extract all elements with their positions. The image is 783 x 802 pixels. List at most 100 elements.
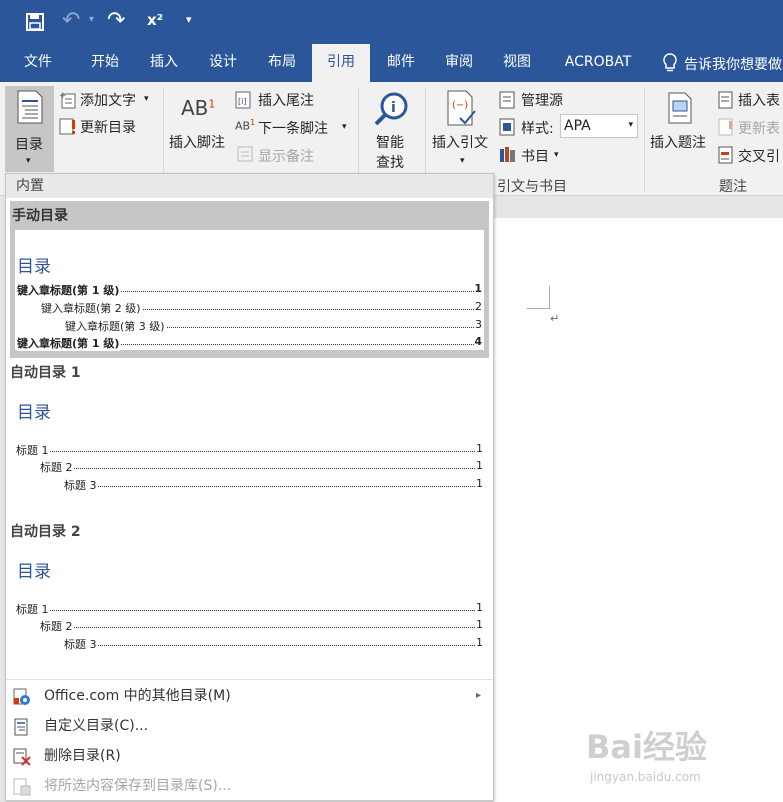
toc-gallery-manual[interactable]: 手动目录 目录 键入章标题(第 1 级) 1 键入章标题(第 2 级) 2 键入章标… <box>10 201 489 358</box>
update-table-icon <box>718 118 734 140</box>
smart-lookup-label-2: 查找 <box>376 155 404 171</box>
tab-home[interactable]: 开始 <box>78 44 132 82</box>
bibliography-icon <box>499 146 517 168</box>
toc-gallery-title: 自动目录 2 <box>10 524 81 540</box>
add-text-button[interactable]: 添加文字 <box>80 90 136 110</box>
manage-sources-button[interactable]: 管理源 <box>521 90 563 110</box>
menu-divider <box>6 679 493 680</box>
toc-gallery-auto-2[interactable]: 自动目录 2 目录 标题 11 标题 21 标题 31 <box>10 519 489 677</box>
insert-footnote-button[interactable]: AB1 插入脚注 <box>167 86 231 172</box>
style-label: 样式: <box>521 121 554 137</box>
svg-text:i: i <box>391 100 396 116</box>
toc-preview-title: 目录 <box>17 562 51 582</box>
add-text-dropdown-icon[interactable]: ▾ <box>144 94 149 104</box>
tab-design[interactable]: 设计 <box>196 44 250 82</box>
toc-button[interactable]: 目录 ▾ <box>5 86 54 172</box>
citations-group-label: 引文与书目 <box>497 179 567 195</box>
quick-access-toolbar: ↶ ▾ ↷ x² ▾ <box>0 0 783 44</box>
captions-group-label: 题注 <box>719 179 747 195</box>
insert-footnote-label: 插入脚注 <box>169 135 225 151</box>
custom-toc-icon <box>13 717 31 736</box>
cross-reference-icon <box>718 146 734 168</box>
insert-citation-label: 插入引文 <box>432 135 488 151</box>
footnote-icon: AB1 <box>181 96 216 120</box>
tab-insert[interactable]: 插入 <box>137 44 191 82</box>
tab-references[interactable]: 引用 <box>312 44 370 84</box>
toc-preview-line: 标题 11 <box>16 601 483 617</box>
toc-preview-line: 标题 31 <box>64 636 483 652</box>
custom-toc-label: 自定义目录(C)... <box>44 718 149 734</box>
customize-qat-icon[interactable]: ▾ <box>186 13 192 26</box>
more-toc-office-label: Office.com 中的其他目录(M) <box>44 688 231 704</box>
toc-preview-title: 目录 <box>17 403 51 423</box>
table-of-figures-icon <box>718 91 734 113</box>
remove-toc-label: 删除目录(R) <box>44 748 121 764</box>
bibliography-dropdown-icon[interactable]: ▾ <box>554 150 559 160</box>
superscript-icon[interactable]: x² <box>147 11 163 29</box>
show-notes-icon <box>237 146 253 166</box>
tell-me-box[interactable]: 告诉我你想要做 <box>662 44 783 82</box>
save-selection-item: 将所选内容保存到目录库(S)... <box>6 771 493 801</box>
update-toc-button[interactable]: 更新目录 <box>80 117 136 137</box>
ribbon-tabs: 文件 开始 插入 设计 布局 引用 邮件 审阅 视图 ACROBAT 告诉我你想… <box>0 44 783 84</box>
cross-reference-button[interactable]: 交叉引 <box>738 146 780 166</box>
next-footnote-button[interactable]: 下一条脚注 <box>258 118 328 138</box>
office-toc-icon <box>13 687 31 705</box>
redo-icon[interactable]: ↷ <box>107 8 125 33</box>
svg-text:+: + <box>59 91 67 101</box>
paragraph-mark: ↵ <box>550 312 560 325</box>
insert-citation-dropdown-icon: ▾ <box>460 156 465 166</box>
toc-gallery-auto-1[interactable]: 自动目录 1 目录 标题 11 标题 21 标题 31 <box>10 360 489 518</box>
group-separator <box>644 88 645 192</box>
insert-caption-label: 插入题注 <box>650 135 706 151</box>
toc-preview-line: 键入章标题(第 3 级) 3 <box>65 318 482 334</box>
tab-view[interactable]: 视图 <box>490 44 544 82</box>
tab-review[interactable]: 审阅 <box>432 44 486 82</box>
watermark-logo: Bai经验 jingyan.baidu.com <box>586 722 746 794</box>
insert-citation-button[interactable]: (−) 插入引文 ▾ <box>430 86 494 172</box>
watermark-text: Bai经验 <box>586 728 707 766</box>
next-footnote-dropdown-icon[interactable]: ▾ <box>342 122 347 132</box>
undo-dropdown-icon[interactable]: ▾ <box>89 14 94 25</box>
svg-text:(−): (−) <box>452 100 468 111</box>
svg-text:[i]: [i] <box>238 97 246 106</box>
smart-lookup-label-1: 智能 <box>376 135 404 151</box>
more-toc-office-item[interactable]: Office.com 中的其他目录(M) ▸ <box>6 681 493 711</box>
insert-endnote-button[interactable]: 插入尾注 <box>258 90 314 110</box>
next-footnote-icon: AB1 <box>235 118 256 133</box>
save-selection-label: 将所选内容保存到目录库(S)... <box>44 778 232 794</box>
remove-toc-item[interactable]: 删除目录(R) <box>6 741 493 771</box>
document-page[interactable]: ↵ <box>494 218 783 802</box>
style-select[interactable]: APA ▾ <box>560 114 638 138</box>
manage-sources-icon <box>499 91 517 113</box>
tab-file[interactable]: 文件 <box>10 44 66 82</box>
bibliography-button[interactable]: 书目 <box>521 146 549 166</box>
tell-me-text: 告诉我你想要做 <box>684 57 782 73</box>
update-toc-icon <box>59 117 77 139</box>
save-icon[interactable] <box>26 13 44 31</box>
custom-toc-item[interactable]: 自定义目录(C)... <box>6 711 493 741</box>
toc-dropdown-menu: 内置 手动目录 目录 键入章标题(第 1 级) 1 键入章标题(第 2 级) 2 键… <box>5 173 494 801</box>
margin-corner-mark <box>527 286 550 309</box>
tab-mailings[interactable]: 邮件 <box>374 44 428 82</box>
tab-acrobat[interactable]: ACROBAT <box>556 44 640 82</box>
undo-icon[interactable]: ↶ <box>62 8 80 33</box>
insert-caption-button[interactable]: 插入题注 <box>648 86 712 172</box>
toc-dropdown-icon: ▾ <box>26 156 31 166</box>
remove-toc-icon <box>13 747 31 766</box>
insert-table-of-figures-button[interactable]: 插入表 <box>738 90 780 110</box>
toc-preview-line: 标题 11 <box>16 442 483 458</box>
smart-lookup-button[interactable]: i 智能 查找 <box>368 86 418 172</box>
toc-preview-title: 目录 <box>17 257 51 277</box>
update-table-button: 更新表 <box>738 121 780 137</box>
toc-icon <box>16 90 44 128</box>
save-selection-icon <box>13 777 31 796</box>
toc-gallery-title: 自动目录 1 <box>10 365 81 381</box>
style-select-value: APA <box>564 118 591 134</box>
style-icon <box>499 118 517 140</box>
toc-preview-line: 键入章标题(第 1 级) 1 <box>17 282 482 298</box>
add-text-icon: + <box>59 91 77 113</box>
toc-gallery-title: 手动目录 <box>12 208 68 224</box>
tab-layout[interactable]: 布局 <box>255 44 309 82</box>
smart-lookup-icon: i <box>374 90 412 132</box>
